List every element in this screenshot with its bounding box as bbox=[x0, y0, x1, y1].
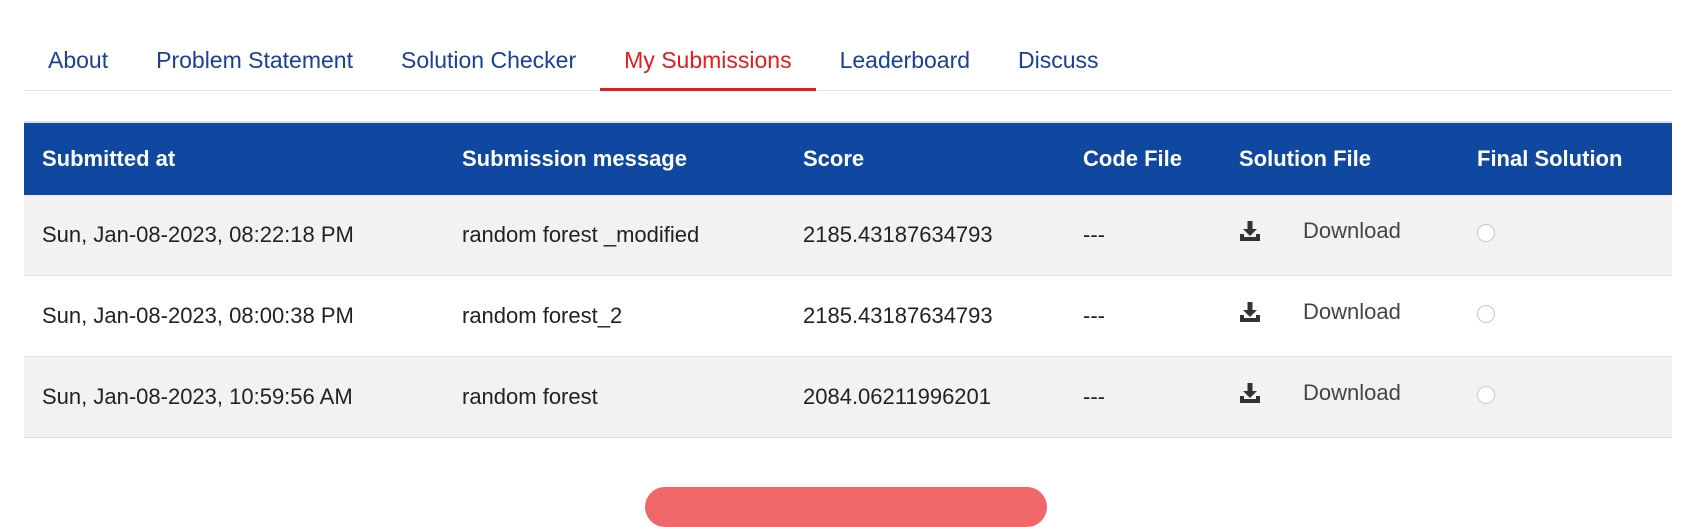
solution-file-cell: Download bbox=[1221, 275, 1459, 357]
header-submitted-at: Submitted at bbox=[24, 122, 444, 195]
final-solution-radio[interactable] bbox=[1477, 305, 1495, 323]
code-file-cell: --- bbox=[1065, 356, 1221, 438]
code-file-cell: --- bbox=[1065, 195, 1221, 276]
table-row: Sun, Jan-08-2023, 08:00:38 PM random for… bbox=[24, 275, 1672, 357]
tab-problem-statement[interactable]: Problem Statement bbox=[132, 30, 377, 90]
submitted-at-cell: Sun, Jan-08-2023, 08:22:18 PM bbox=[24, 195, 444, 276]
submission-message-cell: random forest_2 bbox=[444, 275, 785, 357]
download-icon bbox=[1240, 383, 1260, 403]
submission-message-cell: random forest _modified bbox=[444, 195, 785, 276]
submitted-at-cell: Sun, Jan-08-2023, 10:59:56 AM bbox=[24, 356, 444, 438]
solution-file-cell: Download bbox=[1221, 195, 1459, 276]
score-cell: 2185.43187634793 bbox=[785, 275, 1065, 357]
submissions-table: Submitted at Submission message Score Co… bbox=[24, 121, 1672, 438]
download-link[interactable]: Download bbox=[1239, 299, 1401, 325]
action-button[interactable] bbox=[645, 487, 1047, 527]
table-row: Sun, Jan-08-2023, 10:59:56 AM random for… bbox=[24, 356, 1672, 438]
final-solution-radio[interactable] bbox=[1477, 224, 1495, 242]
tab-solution-checker[interactable]: Solution Checker bbox=[377, 30, 600, 90]
download-link[interactable]: Download bbox=[1239, 380, 1401, 406]
score-cell: 2185.43187634793 bbox=[785, 195, 1065, 276]
download-icon bbox=[1240, 221, 1260, 241]
tab-leaderboard[interactable]: Leaderboard bbox=[816, 30, 994, 90]
header-submission-message: Submission message bbox=[444, 122, 785, 195]
final-solution-cell bbox=[1459, 356, 1672, 438]
table-header-row: Submitted at Submission message Score Co… bbox=[24, 122, 1672, 195]
code-file-cell: --- bbox=[1065, 275, 1221, 357]
download-label: Download bbox=[1303, 299, 1401, 324]
header-final-solution: Final Solution bbox=[1459, 122, 1672, 195]
download-icon bbox=[1240, 302, 1260, 322]
solution-file-cell: Download bbox=[1221, 356, 1459, 438]
tab-about[interactable]: About bbox=[24, 30, 132, 90]
submitted-at-cell: Sun, Jan-08-2023, 08:00:38 PM bbox=[24, 275, 444, 357]
final-solution-radio[interactable] bbox=[1477, 386, 1495, 404]
score-cell: 2084.06211996201 bbox=[785, 356, 1065, 438]
submission-message-cell: random forest bbox=[444, 356, 785, 438]
final-solution-cell bbox=[1459, 275, 1672, 357]
tab-discuss[interactable]: Discuss bbox=[994, 30, 1123, 90]
table-row: Sun, Jan-08-2023, 08:22:18 PM random for… bbox=[24, 195, 1672, 276]
header-solution-file: Solution File bbox=[1221, 122, 1459, 195]
tab-my-submissions[interactable]: My Submissions bbox=[600, 30, 817, 91]
header-score: Score bbox=[785, 122, 1065, 195]
header-code-file: Code File bbox=[1065, 122, 1221, 195]
download-label: Download bbox=[1303, 380, 1401, 405]
download-link[interactable]: Download bbox=[1239, 218, 1401, 244]
tab-bar: About Problem Statement Solution Checker… bbox=[24, 30, 1672, 91]
download-label: Download bbox=[1303, 218, 1401, 243]
final-solution-cell bbox=[1459, 195, 1672, 276]
